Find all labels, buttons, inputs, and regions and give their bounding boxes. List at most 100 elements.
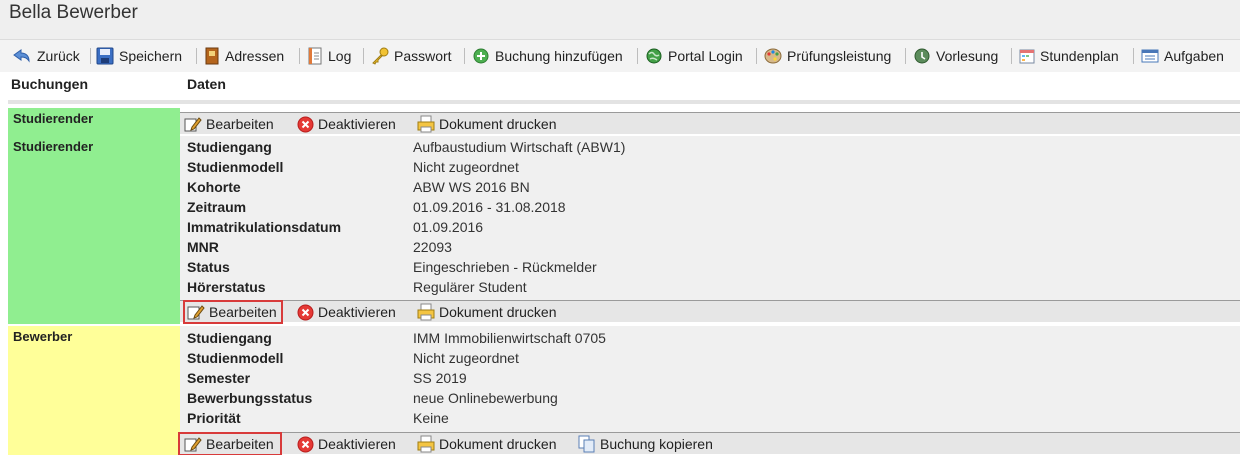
- password-button[interactable]: Passwort: [371, 46, 452, 66]
- field-value: Keine: [413, 410, 449, 426]
- field-label: Studiengang: [187, 330, 272, 346]
- column-header-daten: Daten: [187, 76, 226, 92]
- print-document-icon: [417, 435, 435, 453]
- exam-performance-label: Prüfungsleistung: [787, 48, 892, 64]
- booking-details-studierender: [180, 136, 1240, 300]
- field-label: Hörerstatus: [187, 279, 266, 295]
- deactivate-label: Deaktivieren: [318, 436, 396, 452]
- toolbar-separator: [196, 48, 197, 64]
- globe-icon: [646, 48, 662, 64]
- field-value: Eingeschrieben - Rückmelder: [413, 259, 597, 275]
- print-document-label: Dokument drucken: [439, 304, 557, 320]
- add-booking-label: Buchung hinzufügen: [495, 48, 623, 64]
- edit-icon: [187, 305, 205, 320]
- field-value: 01.09.2016 - 31.08.2018: [413, 199, 566, 215]
- log-label: Log: [328, 48, 352, 64]
- print-document-label: Dokument drucken: [439, 116, 557, 132]
- toolbar-separator: [756, 48, 757, 64]
- back-arrow-icon: [13, 49, 30, 63]
- copy-booking-button[interactable]: Buchung kopieren: [578, 435, 713, 453]
- addresses-label: Adressen: [225, 48, 285, 64]
- print-document-button[interactable]: Dokument drucken: [417, 435, 557, 453]
- deactivate-label: Deaktivieren: [318, 116, 396, 132]
- lecture-icon: [914, 48, 930, 64]
- field-value: Nicht zugeordnet: [413, 159, 519, 175]
- copy-icon: [578, 435, 595, 453]
- edit-button[interactable]: Bearbeiten: [184, 115, 274, 133]
- toolbar-separator: [1011, 48, 1012, 64]
- action-bar-row-2: Bearbeiten Deaktivieren Dokument drucken: [180, 300, 1240, 324]
- booking-type-label: Studierender: [13, 139, 94, 154]
- save-icon: [96, 47, 114, 65]
- address-book-icon: [205, 47, 219, 65]
- deactivate-button[interactable]: Deaktivieren: [297, 435, 396, 453]
- field-label: Semester: [187, 370, 251, 386]
- deactivate-button[interactable]: Deaktivieren: [297, 115, 396, 133]
- toolbar-separator: [464, 48, 465, 64]
- portal-login-label: Portal Login: [668, 48, 743, 64]
- toolbar-separator: [90, 48, 91, 64]
- palette-icon: [764, 48, 782, 64]
- field-value: 01.09.2016: [413, 219, 484, 235]
- action-bar-row-1: Bearbeiten Deaktivieren Dokument drucken: [180, 112, 1240, 134]
- add-icon: [473, 48, 489, 64]
- window-title: Bella Bewerber: [9, 2, 138, 23]
- print-document-icon: [417, 303, 435, 321]
- edit-icon: [184, 117, 202, 132]
- edit-icon: [184, 437, 202, 452]
- timetable-label: Stundenplan: [1040, 48, 1119, 64]
- addresses-button[interactable]: Adressen: [204, 46, 284, 66]
- field-value: neue Onlinebewerbung: [413, 390, 558, 406]
- booking-type-label: Studierender: [13, 111, 94, 126]
- toolbar-separator: [1133, 48, 1134, 64]
- booking-type-label: Bewerber: [13, 329, 73, 344]
- print-document-icon: [417, 115, 435, 133]
- key-icon: [372, 47, 389, 65]
- toolbar-separator: [637, 48, 638, 64]
- calendar-icon: [1019, 49, 1035, 64]
- field-label: Studiengang: [187, 139, 272, 155]
- add-booking-button[interactable]: Buchung hinzufügen: [472, 46, 623, 66]
- deactivate-label: Deaktivieren: [318, 304, 396, 320]
- field-value: Nicht zugeordnet: [413, 350, 519, 366]
- edit-button[interactable]: Bearbeiten: [178, 432, 282, 455]
- exam-performance-button[interactable]: Prüfungsleistung: [764, 46, 891, 66]
- save-button[interactable]: Speichern: [96, 46, 182, 66]
- field-value: IMM Immobilienwirtschaft 0705: [413, 330, 606, 346]
- deactivate-icon: [297, 436, 314, 452]
- print-document-button[interactable]: Dokument drucken: [417, 115, 557, 133]
- portal-login-button[interactable]: Portal Login: [645, 46, 743, 66]
- toolbar: Zurück Speichern Adressen Log Passwort B…: [0, 40, 1240, 72]
- edit-label: Bearbeiten: [209, 304, 277, 320]
- field-value: Regulärer Student: [413, 279, 527, 295]
- field-label: Priorität: [187, 410, 241, 426]
- timetable-button[interactable]: Stundenplan: [1019, 46, 1119, 66]
- deactivate-button[interactable]: Deaktivieren: [297, 303, 396, 321]
- save-label: Speichern: [119, 48, 183, 64]
- booking-details-bewerber: [180, 326, 1240, 432]
- field-value: Aufbaustudium Wirtschaft (ABW1): [413, 139, 626, 155]
- deactivate-icon: [297, 116, 314, 132]
- back-label: Zurück: [37, 48, 80, 64]
- back-button[interactable]: Zurück: [12, 46, 80, 66]
- field-label: Status: [187, 259, 230, 275]
- lecture-button[interactable]: Vorlesung: [913, 46, 998, 66]
- print-document-label: Dokument drucken: [439, 436, 557, 452]
- booking-type-studierender-1: Studierender: [8, 108, 180, 136]
- field-value: 22093: [413, 239, 452, 255]
- toolbar-separator: [299, 48, 300, 64]
- field-label: Studienmodell: [187, 159, 284, 175]
- edit-button[interactable]: Bearbeiten: [183, 300, 283, 324]
- tasks-button[interactable]: Aufgaben: [1141, 46, 1224, 66]
- lecture-label: Vorlesung: [936, 48, 999, 64]
- field-label: Bewerbungsstatus: [187, 390, 313, 406]
- field-label: Zeitraum: [187, 199, 247, 215]
- booking-type-studierender-2: Studierender: [8, 136, 180, 324]
- edit-label: Bearbeiten: [206, 116, 274, 132]
- password-label: Passwort: [394, 48, 452, 64]
- log-button[interactable]: Log: [307, 46, 351, 66]
- toolbar-separator: [363, 48, 364, 64]
- field-label: Studienmodell: [187, 350, 284, 366]
- print-document-button[interactable]: Dokument drucken: [417, 303, 557, 321]
- edit-label: Bearbeiten: [206, 436, 274, 452]
